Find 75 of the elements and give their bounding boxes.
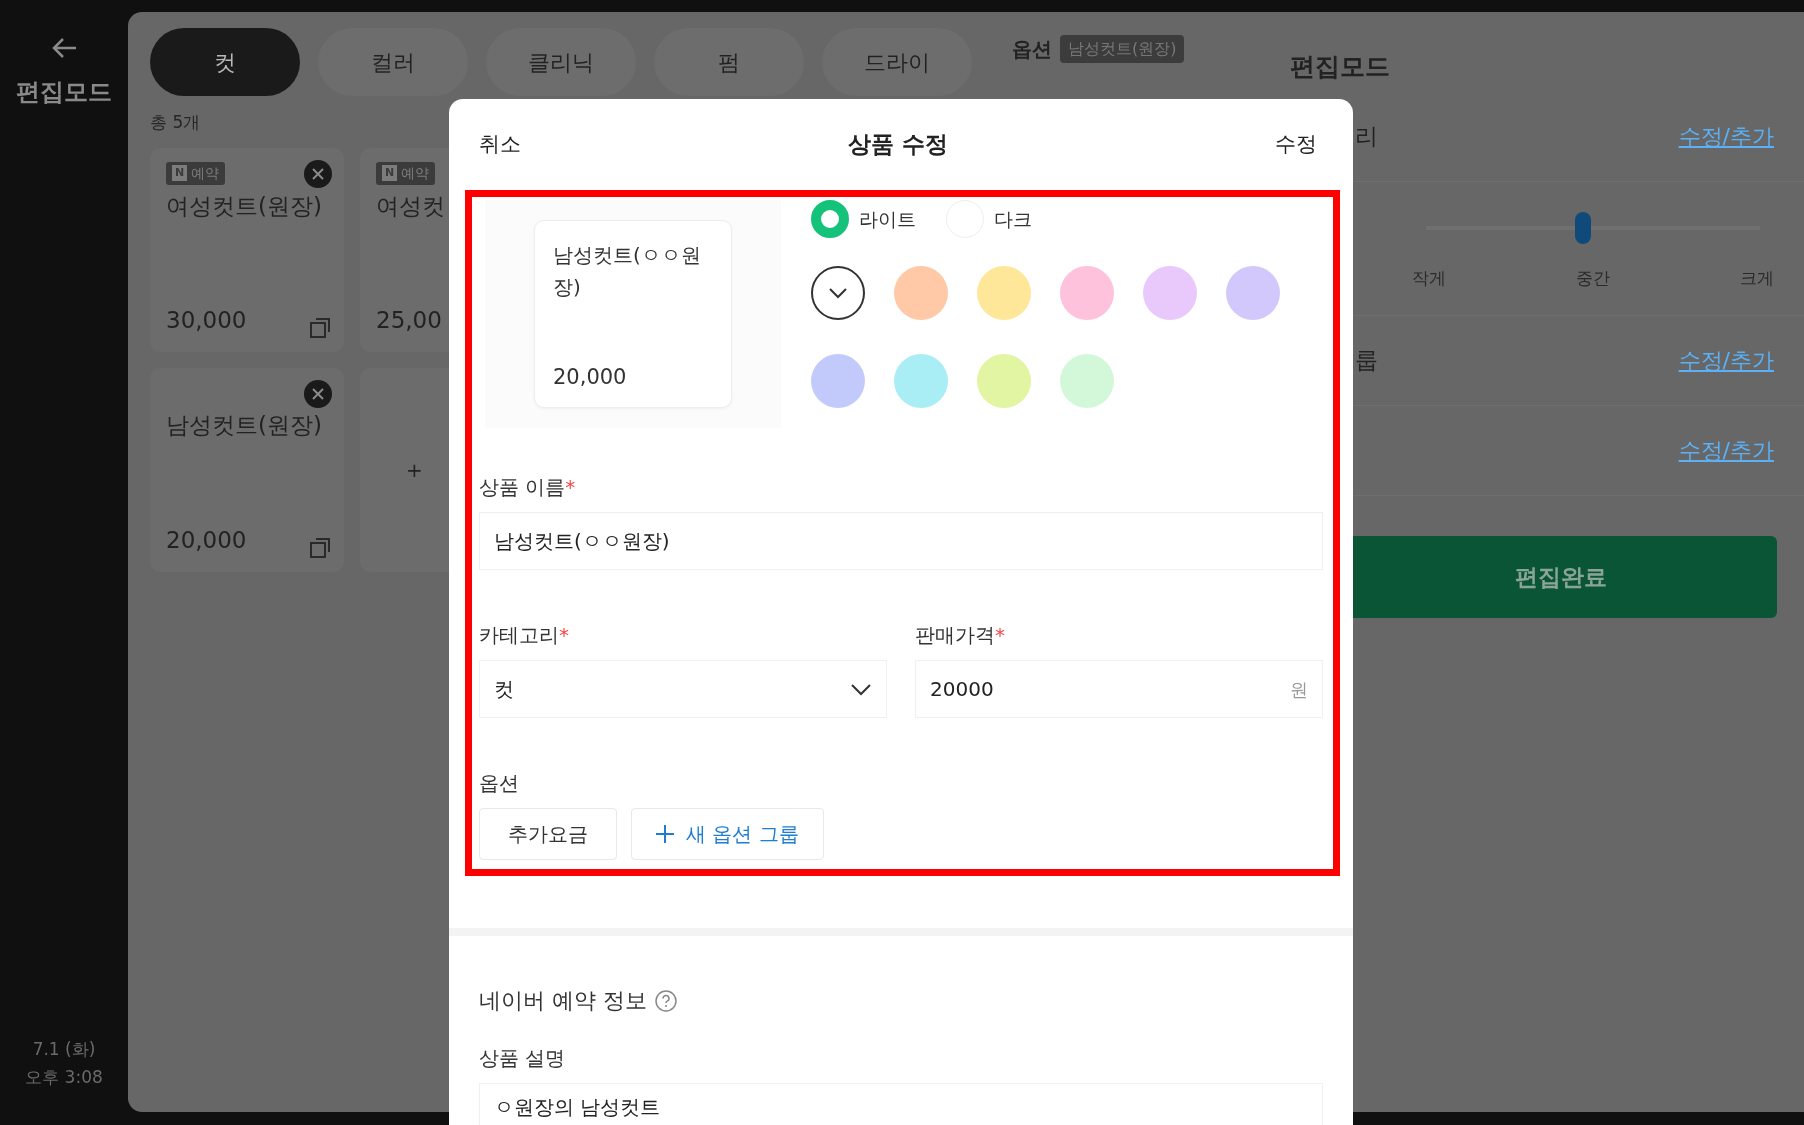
field-label: 옵션 (479, 770, 520, 797)
color-swatch[interactable] (894, 354, 948, 408)
delete-icon[interactable] (304, 379, 332, 408)
edit-link[interactable]: 수정/추가 (1678, 344, 1774, 377)
required-mark: * (559, 623, 569, 647)
reservation-badge: N 예약 (376, 161, 436, 185)
name-field[interactable]: 남성컷트(ㅇㅇ원장) (479, 512, 1323, 570)
category-tab[interactable]: 펌 (654, 28, 804, 96)
theme-radio[interactable] (811, 200, 849, 238)
add-label: + (406, 456, 423, 484)
product-name: 여성컷트(원장) (166, 191, 323, 221)
date-text: 7.1 (화) (31, 1038, 97, 1061)
theme-label: 다크 (994, 206, 1032, 232)
color-swatch[interactable] (1143, 266, 1197, 320)
dialog-title: 상품 수정 (848, 130, 948, 160)
color-swatch[interactable] (811, 354, 865, 408)
field-label: 카테고리 (479, 623, 559, 647)
color-swatch[interactable] (977, 354, 1031, 408)
edit-link[interactable]: 수정/추가 (1678, 434, 1774, 467)
option-group-button[interactable]: 추가요금 (479, 808, 617, 860)
slider-tick-label: 작게 (1412, 266, 1446, 290)
color-swatch[interactable] (977, 266, 1031, 320)
field-label: 판매가격 (915, 623, 995, 647)
row-label: 리 (1355, 121, 1378, 151)
description-field[interactable]: ㅇ원장의 남성컷트 (479, 1083, 1323, 1125)
plus-icon (656, 825, 674, 843)
product-card[interactable]: 남성컷트(원장) 20,000 (150, 367, 344, 572)
required-mark: * (995, 623, 1005, 647)
product-name: 여성컷 (376, 191, 446, 221)
color-swatch[interactable] (1226, 266, 1280, 320)
category-tab[interactable]: 클리닉 (486, 28, 636, 96)
color-swatch[interactable] (811, 266, 865, 320)
preview-price: 20,000 (553, 363, 628, 391)
add-option-group-button[interactable]: 새 옵션 그룹 (631, 808, 824, 860)
required-mark: * (565, 475, 576, 499)
product-name: 남성컷트(원장) (166, 410, 323, 440)
product-card[interactable]: N 예약 여성컷트(원장) 30,000 (150, 147, 344, 352)
category-select[interactable]: 컷 (479, 660, 887, 718)
slider-thumb[interactable] (1574, 211, 1591, 244)
reservation-badge: N 예약 (166, 161, 226, 185)
edit-link[interactable]: 수정/추가 (1678, 119, 1774, 153)
time-text: 오후 3:08 (25, 1066, 103, 1089)
product-tag: 남성컷트(원장) (1060, 35, 1185, 63)
panel-title: 편집모드 (1290, 51, 1391, 83)
color-swatch[interactable] (1060, 266, 1114, 320)
row-label: 룹 (1355, 346, 1378, 376)
back-icon[interactable] (50, 36, 78, 60)
cancel-link[interactable]: 취소 (479, 128, 521, 161)
page-title: 편집모드 (16, 77, 112, 108)
item-count: 총 5개 (150, 111, 202, 134)
category-tab[interactable]: 컷 (150, 28, 300, 96)
theme-label: 라이트 (859, 206, 916, 232)
product-price: 25,00 (376, 306, 442, 335)
copy-icon[interactable] (310, 537, 330, 558)
field-label: 상품 이름 (479, 475, 566, 499)
options-title: 옵션 (1012, 36, 1052, 63)
section-title: 네이버 예약 정보 (479, 987, 647, 1015)
copy-icon[interactable] (310, 317, 330, 338)
chevron-down-icon (850, 682, 872, 696)
field-label: 상품 설명 (479, 1045, 567, 1072)
help-icon[interactable] (655, 989, 677, 1012)
category-tab[interactable]: 드라이 (822, 28, 972, 96)
preview-name: 남성컷트(ㅇㅇ원장) (553, 242, 702, 301)
price-field[interactable]: 20000 원 (915, 660, 1323, 718)
delete-icon[interactable] (304, 159, 332, 188)
slider-tick-label: 중간 (1576, 266, 1610, 290)
color-swatch[interactable] (894, 266, 948, 320)
product-price: 30,000 (166, 306, 247, 335)
check-icon (828, 287, 848, 299)
slider-tick-label: 크게 (1740, 266, 1774, 290)
category-tab[interactable]: 컬러 (318, 28, 468, 96)
save-link[interactable]: 수정 (1275, 128, 1317, 161)
currency-unit: 원 (1290, 677, 1308, 702)
product-price: 20,000 (166, 526, 247, 555)
color-swatch[interactable] (1060, 354, 1114, 408)
